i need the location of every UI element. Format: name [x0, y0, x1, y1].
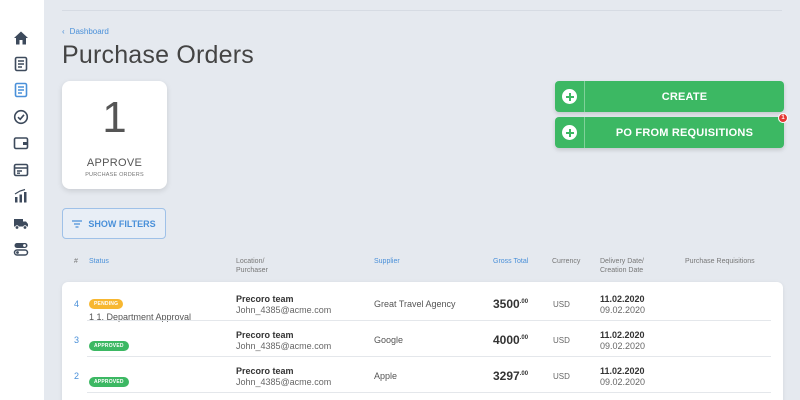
approvals-check-icon[interactable] — [12, 108, 30, 126]
header-number: # — [74, 258, 78, 265]
gross-total: 4000.00 — [493, 333, 528, 347]
location-name: Precoro team — [236, 330, 294, 340]
header-dates: Delivery Date/ Creation Date — [600, 257, 644, 275]
header-supplier[interactable]: Supplier — [374, 257, 400, 266]
header-location-purchaser: Location/ Purchaser — [236, 257, 268, 275]
settings-toggle-icon[interactable] — [12, 240, 30, 258]
purchase-orders-table: 4 PENDING 1 1. Department Approval Preco… — [62, 282, 783, 400]
purchaser-email: John_4385@acme.com — [236, 341, 332, 351]
gross-total-cents: .00 — [519, 299, 529, 305]
page-title: Purchase Orders — [62, 41, 254, 69]
document-icon[interactable] — [12, 55, 30, 73]
row-divider — [87, 392, 771, 393]
currency: USD — [553, 372, 570, 381]
gross-total-main: 3500 — [493, 297, 520, 311]
gross-total-cents: .00 — [519, 335, 529, 341]
sidebar — [0, 0, 44, 400]
breadcrumb-dashboard-link[interactable]: Dashboard — [70, 27, 109, 36]
notification-badge: 1 — [778, 113, 788, 123]
location-cell: Precoro team John_4385@acme.com — [236, 330, 331, 351]
create-button-label: CREATE — [661, 90, 708, 103]
header-gross-total[interactable]: Gross Total — [493, 257, 528, 266]
purchase-orders-icon[interactable] — [12, 81, 30, 99]
home-icon[interactable] — [12, 29, 30, 47]
location-cell: Precoro team John_4385@acme.com — [236, 366, 331, 387]
purchaser-email: John_4385@acme.com — [236, 305, 332, 315]
supplier-name: Google — [374, 335, 404, 345]
invoice-icon[interactable] — [12, 161, 30, 179]
status-cell: APPROVED — [89, 334, 129, 352]
top-divider — [62, 10, 782, 11]
breadcrumb[interactable]: ‹ Dashboard — [62, 27, 109, 36]
table-row[interactable]: 3 APPROVED Precoro team John_4385@acme.c… — [62, 321, 783, 357]
status-cell: APPROVED — [89, 370, 129, 388]
po-from-requisitions-button[interactable]: PO FROM REQUISITIONS 1 — [555, 113, 788, 148]
currency: USD — [553, 336, 570, 345]
approve-count: 1 — [102, 93, 127, 142]
filter-icon — [72, 219, 83, 228]
delivery-date: 11.02.2020 — [600, 330, 645, 340]
table-row[interactable]: 2 APPROVED Precoro team John_4385@acme.c… — [62, 357, 783, 393]
dates-cell: 11.02.2020 09.02.2020 — [600, 294, 645, 315]
purchaser-email: John_4385@acme.com — [236, 377, 332, 387]
header-delivery-date: Delivery Date/ — [600, 258, 644, 265]
delivery-truck-icon[interactable] — [12, 214, 30, 232]
wallet-icon[interactable] — [12, 134, 30, 152]
location-cell: Precoro team John_4385@acme.com — [236, 294, 331, 315]
supplier-name: Great Travel Agency — [374, 299, 456, 309]
approve-sublabel: PURCHASE ORDERS — [85, 172, 144, 178]
chevron-left-icon: ‹ — [62, 27, 65, 36]
status-badge: PENDING — [89, 299, 124, 309]
header-creation-date: Creation Date — [600, 267, 644, 274]
gross-total-cents: .00 — [519, 371, 529, 377]
header-currency: Currency — [552, 258, 581, 265]
create-button[interactable]: CREATE — [555, 81, 784, 112]
location-name: Precoro team — [236, 294, 294, 304]
creation-date: 09.02.2020 — [600, 305, 646, 315]
order-number-link[interactable]: 4 — [74, 299, 79, 309]
show-filters-button[interactable]: SHOW FILTERS — [62, 208, 166, 239]
dates-cell: 11.02.2020 09.02.2020 — [600, 366, 645, 387]
po-from-requisitions-label: PO FROM REQUISITIONS — [615, 126, 754, 139]
header-purchase-requisitions: Purchase Requisitions — [685, 258, 755, 265]
creation-date: 09.02.2020 — [600, 377, 646, 387]
gross-total: 3297.00 — [493, 369, 528, 383]
creation-date: 09.02.2020 — [600, 341, 646, 351]
header-location: Location/ — [236, 258, 265, 265]
status-badge: APPROVED — [89, 377, 129, 387]
status-cell: PENDING 1 1. Department Approval — [89, 292, 191, 322]
gross-total-main: 3297 — [493, 369, 520, 383]
table-row[interactable]: 4 PENDING 1 1. Department Approval Preco… — [62, 285, 783, 322]
order-number-link[interactable]: 3 — [74, 335, 79, 345]
order-number-link[interactable]: 2 — [74, 371, 79, 381]
header-status[interactable]: Status — [89, 257, 109, 266]
plus-circle-icon — [562, 125, 577, 140]
delivery-date: 11.02.2020 — [600, 294, 645, 304]
approve-purchase-orders-card[interactable]: 1 APPROVE PURCHASE ORDERS — [62, 81, 167, 189]
status-badge: APPROVED — [89, 341, 129, 351]
currency: USD — [553, 300, 570, 309]
plus-circle-icon — [562, 89, 577, 104]
location-name: Precoro team — [236, 366, 294, 376]
show-filters-label: SHOW FILTERS — [88, 218, 156, 229]
approve-label: APPROVE — [86, 157, 143, 169]
gross-total: 3500.00 — [493, 297, 528, 311]
dates-cell: 11.02.2020 09.02.2020 — [600, 330, 645, 351]
analytics-icon[interactable] — [12, 187, 30, 205]
delivery-date: 11.02.2020 — [600, 366, 645, 376]
gross-total-main: 4000 — [493, 333, 520, 347]
supplier-name: Apple — [374, 371, 398, 381]
header-purchaser: Purchaser — [236, 267, 268, 274]
